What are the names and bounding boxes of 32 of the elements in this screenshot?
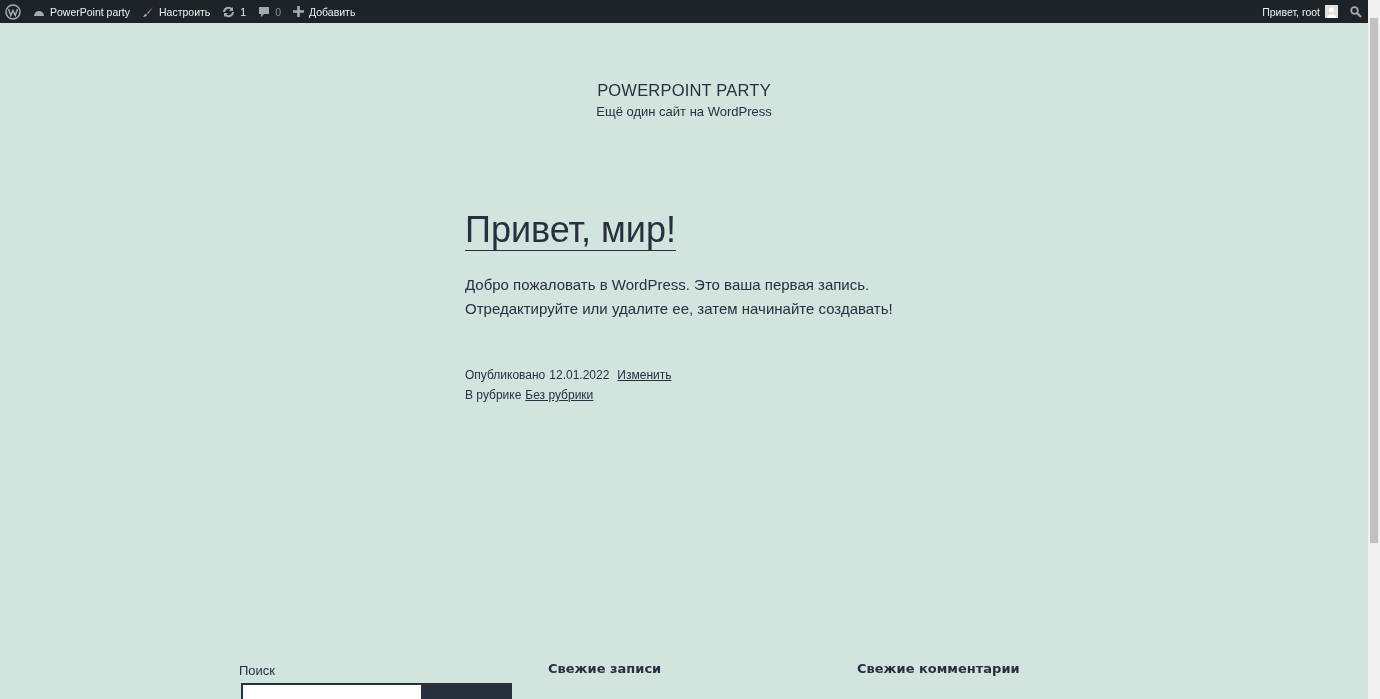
recent-comments-heading: Свежие комментарии: [857, 661, 1021, 676]
speech-bubble-icon: [258, 5, 271, 18]
search-label: Поиск: [239, 663, 277, 678]
post-paragraph: Отредактируйте или удалите ее, затем начинайте создавать!: [465, 299, 894, 319]
published-label: Опубликовано: [465, 367, 546, 384]
recent-posts-heading: Свежие записи: [548, 661, 663, 676]
site-name-text: PowerPoint party: [50, 5, 130, 18]
customize-text: Настроить: [158, 5, 211, 18]
plus-icon: [292, 6, 304, 17]
category-link[interactable]: Без рубрики: [525, 385, 594, 405]
updates-count: 1: [240, 5, 247, 18]
site-title[interactable]: POWERPOINT PARTY: [0, 81, 1368, 100]
category-label: В рубрике: [465, 387, 522, 404]
edit-link[interactable]: Изменить: [617, 365, 672, 385]
comments-count: 0: [275, 5, 281, 18]
avatar-icon: [1325, 5, 1338, 18]
site-tagline: Ещё один сайт на WordPress: [595, 104, 773, 119]
refresh-icon: [222, 5, 236, 18]
updates-link[interactable]: 1: [222, 5, 247, 18]
comments-link[interactable]: 0: [258, 5, 281, 18]
customize-link[interactable]: Настроить: [141, 5, 211, 18]
site-name-link[interactable]: PowerPoint party: [33, 5, 130, 18]
wordpress-logo-icon[interactable]: [5, 3, 21, 20]
search-field[interactable]: [241, 683, 423, 699]
search-icon[interactable]: [1350, 5, 1362, 18]
account-link[interactable]: Привет, root: [1262, 5, 1338, 18]
add-new-text: Добавить: [308, 5, 356, 18]
greeting-text: Привет, root: [1262, 5, 1320, 18]
post-title-link[interactable]: Привет, мир!: [465, 210, 676, 251]
post-date: 12.01.2022: [549, 367, 610, 384]
add-new-link[interactable]: Добавить: [292, 5, 356, 18]
post-paragraph: Добро пожаловать в WordPress. Это ваша первая запись.: [465, 275, 871, 295]
